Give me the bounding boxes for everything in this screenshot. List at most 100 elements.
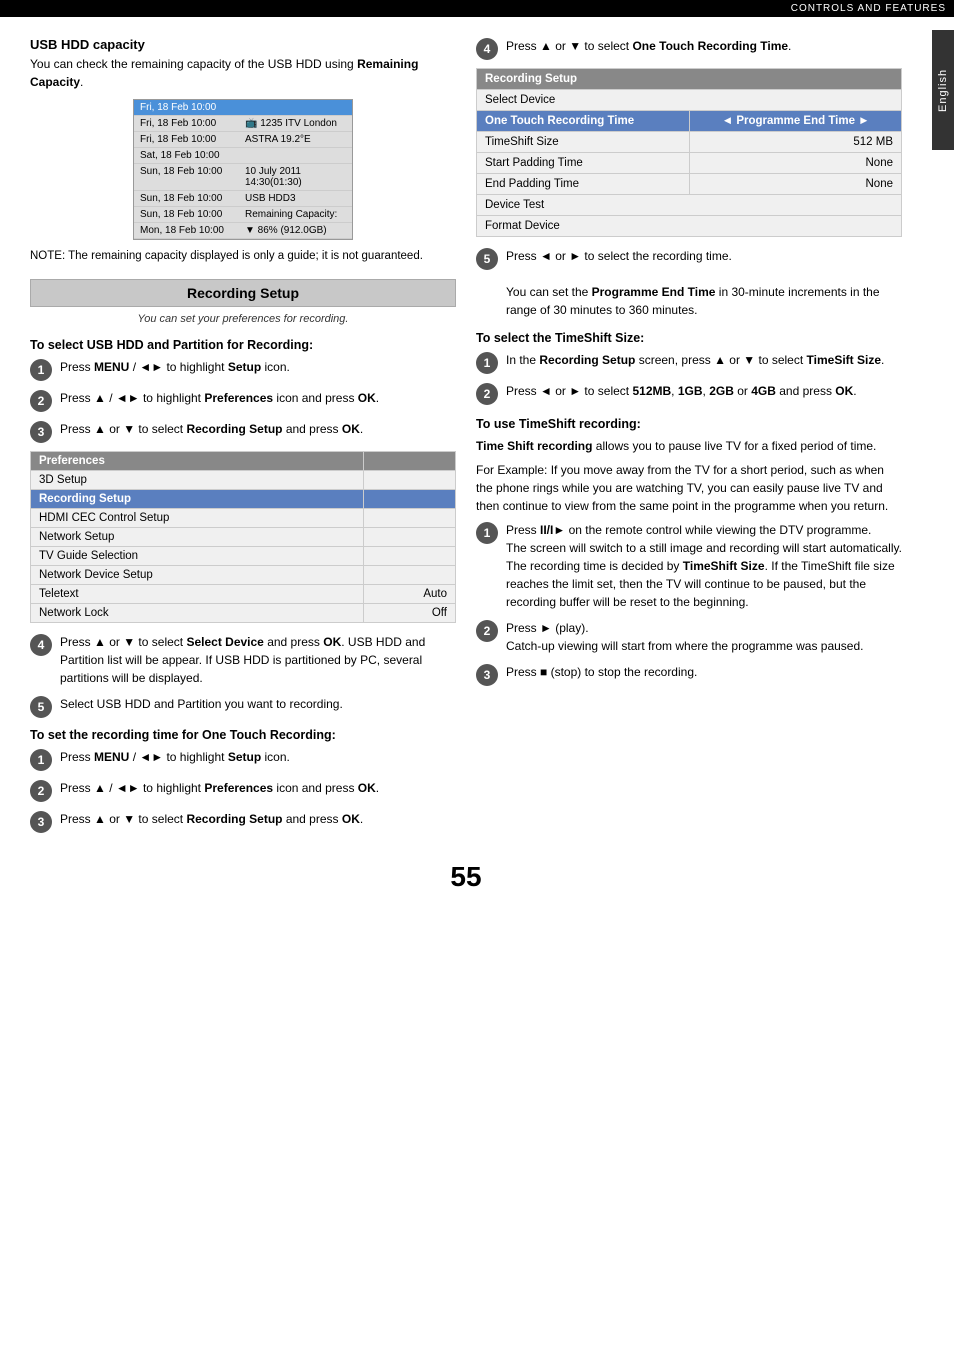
step-num-2: 2	[30, 390, 52, 412]
step-num-1-ts: 1	[476, 352, 498, 374]
step-text-1-tsr: Press II/I► on the remote control while …	[506, 521, 902, 611]
step-1-ts: 1 In the Recording Setup screen, press ▲…	[476, 351, 902, 374]
rec-menu-label: TimeShift Size	[477, 132, 690, 153]
step-text-3-tsr: Press ■ (stop) to stop the recording.	[506, 663, 902, 681]
step-text-2: Press ▲ / ◄► to highlight Preferences ic…	[60, 389, 456, 407]
rec-menu-label: Select Device	[477, 90, 902, 111]
step-text-5-right: Press ◄ or ► to select the recording tim…	[506, 247, 902, 319]
rec-menu-value: None	[690, 153, 902, 174]
rec-menu-row: Device Test	[477, 195, 902, 216]
usb-screenshot: Fri, 18 Feb 10:00 Fri, 18 Feb 10:00 📺 12…	[133, 99, 353, 240]
step-4-usb: 4 Press ▲ or ▼ to select Select Device a…	[30, 633, 456, 687]
step-text-1-ot: Press MENU / ◄► to highlight Setup icon.	[60, 748, 456, 766]
rec-menu-row: Start Padding Time None	[477, 153, 902, 174]
step-5-usb: 5 Select USB HDD and Partition you want …	[30, 695, 456, 718]
one-touch-title: To set the recording time for One Touch …	[30, 728, 456, 742]
rec-menu-label: Start Padding Time	[477, 153, 690, 174]
right-column: 4 Press ▲ or ▼ to select One Touch Recor…	[476, 37, 902, 841]
rec-menu-label: Recording Setup	[477, 69, 902, 90]
menu-row: Network Setup	[31, 527, 456, 546]
screenshot-header-row: Fri, 18 Feb 10:00	[134, 100, 352, 116]
step-num-3-ot: 3	[30, 811, 52, 833]
step-5-right: 5 Press ◄ or ► to select the recording t…	[476, 247, 902, 319]
screenshot-row: Fri, 18 Feb 10:00 📺 1235 ITV London	[134, 116, 352, 132]
step-text-3: Press ▲ or ▼ to select Recording Setup a…	[60, 420, 456, 438]
menu-label: Teletext	[31, 584, 364, 603]
screenshot-row: Sun, 18 Feb 10:00 10 July 2011 14:30(01:…	[134, 164, 352, 191]
step-text-2-ot: Press ▲ / ◄► to highlight Preferences ic…	[60, 779, 456, 797]
rec-menu-row: End Padding Time None	[477, 174, 902, 195]
step-num-2-tsr: 2	[476, 620, 498, 642]
step-2: 2 Press ▲ / ◄► to highlight Preferences …	[30, 389, 456, 412]
screenshot-row: Sat, 18 Feb 10:00	[134, 148, 352, 164]
step-num-2-ts: 2	[476, 383, 498, 405]
timeshift-example: For Example: If you move away from the T…	[476, 461, 902, 515]
step-num-5-right: 5	[476, 248, 498, 270]
rec-menu-label: One Touch Recording Time	[477, 111, 690, 132]
menu-row: Network Device Setup	[31, 565, 456, 584]
step-3: 3 Press ▲ or ▼ to select Recording Setup…	[30, 420, 456, 443]
screenshot-row: Mon, 18 Feb 10:00 ▼ 86% (912.0GB)	[134, 223, 352, 239]
step-1-ot: 1 Press MENU / ◄► to highlight Setup ico…	[30, 748, 456, 771]
step-2-tsr: 2 Press ► (play).Catch-up viewing will s…	[476, 619, 902, 655]
step-3-ot: 3 Press ▲ or ▼ to select Recording Setup…	[30, 810, 456, 833]
step-text-4: Press ▲ or ▼ to select Select Device and…	[60, 633, 456, 687]
usb-hdd-desc: You can check the remaining capacity of …	[30, 55, 456, 91]
step-num-5: 5	[30, 696, 52, 718]
step-num-1: 1	[30, 359, 52, 381]
menu-row: Network Lock Off	[31, 603, 456, 622]
screenshot-row: Sun, 18 Feb 10:00 Remaining Capacity:	[134, 207, 352, 223]
left-column: USB HDD capacity You can check the remai…	[30, 37, 456, 841]
step-text-2-tsr: Press ► (play).Catch-up viewing will sta…	[506, 619, 902, 655]
step-text-3-ot: Press ▲ or ▼ to select Recording Setup a…	[60, 810, 456, 828]
menu-row: TV Guide Selection	[31, 546, 456, 565]
step-2-ot: 2 Press ▲ / ◄► to highlight Preferences …	[30, 779, 456, 802]
screenshot-row: Fri, 18 Feb 10:00 ASTRA 19.2°E	[134, 132, 352, 148]
usb-partition-title: To select USB HDD and Partition for Reco…	[30, 338, 456, 352]
recording-setup-subtitle: You can set your preferences for recordi…	[30, 311, 456, 328]
two-column-layout: USB HDD capacity You can check the remai…	[30, 37, 902, 841]
recording-setup-heading: Recording Setup	[30, 279, 456, 307]
rec-menu-header: Recording Setup	[477, 69, 902, 90]
menu-label: Network Lock	[31, 603, 364, 622]
step-num-3: 3	[30, 421, 52, 443]
menu-label: HDMI CEC Control Setup	[31, 508, 364, 527]
usb-hdd-title: USB HDD capacity	[30, 37, 456, 52]
timeshift-intro: Time Shift recording allows you to pause…	[476, 437, 902, 455]
step-num-2-ot: 2	[30, 780, 52, 802]
timeshift-size-title: To select the TimeShift Size:	[476, 331, 902, 345]
menu-label: Preferences	[31, 451, 364, 470]
step-num-4-right: 4	[476, 38, 498, 60]
menu-value: Auto	[364, 584, 456, 603]
rec-menu-row: Select Device	[477, 90, 902, 111]
step-4-right: 4 Press ▲ or ▼ to select One Touch Recor…	[476, 37, 902, 60]
menu-label: Recording Setup	[31, 489, 364, 508]
page-number: 55	[30, 861, 902, 893]
step-text-4-right: Press ▲ or ▼ to select One Touch Recordi…	[506, 37, 902, 55]
step-num-1-tsr: 1	[476, 522, 498, 544]
step-text-1-ts: In the Recording Setup screen, press ▲ o…	[506, 351, 902, 369]
step-text-1: Press MENU / ◄► to highlight Setup icon.	[60, 358, 456, 376]
preferences-menu: Preferences 3D Setup Recording Setup HDM…	[30, 451, 456, 623]
language-tab: English	[932, 30, 954, 150]
menu-label: 3D Setup	[31, 470, 364, 489]
main-content: USB HDD capacity You can check the remai…	[0, 17, 954, 913]
usb-note: NOTE: The remaining capacity displayed i…	[30, 248, 456, 265]
menu-row-header: Preferences	[31, 451, 456, 470]
page-header: CONTROLS AND FEATURES	[0, 0, 954, 17]
step-num-4: 4	[30, 634, 52, 656]
step-text-5: Select USB HDD and Partition you want to…	[60, 695, 456, 713]
menu-label: Network Setup	[31, 527, 364, 546]
rec-menu-nav: ◄ Programme End Time ►	[690, 111, 902, 132]
rec-menu-value: None	[690, 174, 902, 195]
rec-menu-label: Format Device	[477, 216, 902, 237]
step-text-2-ts: Press ◄ or ► to select 512MB, 1GB, 2GB o…	[506, 382, 902, 400]
step-num-1-ot: 1	[30, 749, 52, 771]
menu-label: Network Device Setup	[31, 565, 364, 584]
menu-value: Off	[364, 603, 456, 622]
step-1-tsr: 1 Press II/I► on the remote control whil…	[476, 521, 902, 611]
rec-menu-value: 512 MB	[690, 132, 902, 153]
menu-row: HDMI CEC Control Setup	[31, 508, 456, 527]
menu-label: TV Guide Selection	[31, 546, 364, 565]
menu-row: Teletext Auto	[31, 584, 456, 603]
